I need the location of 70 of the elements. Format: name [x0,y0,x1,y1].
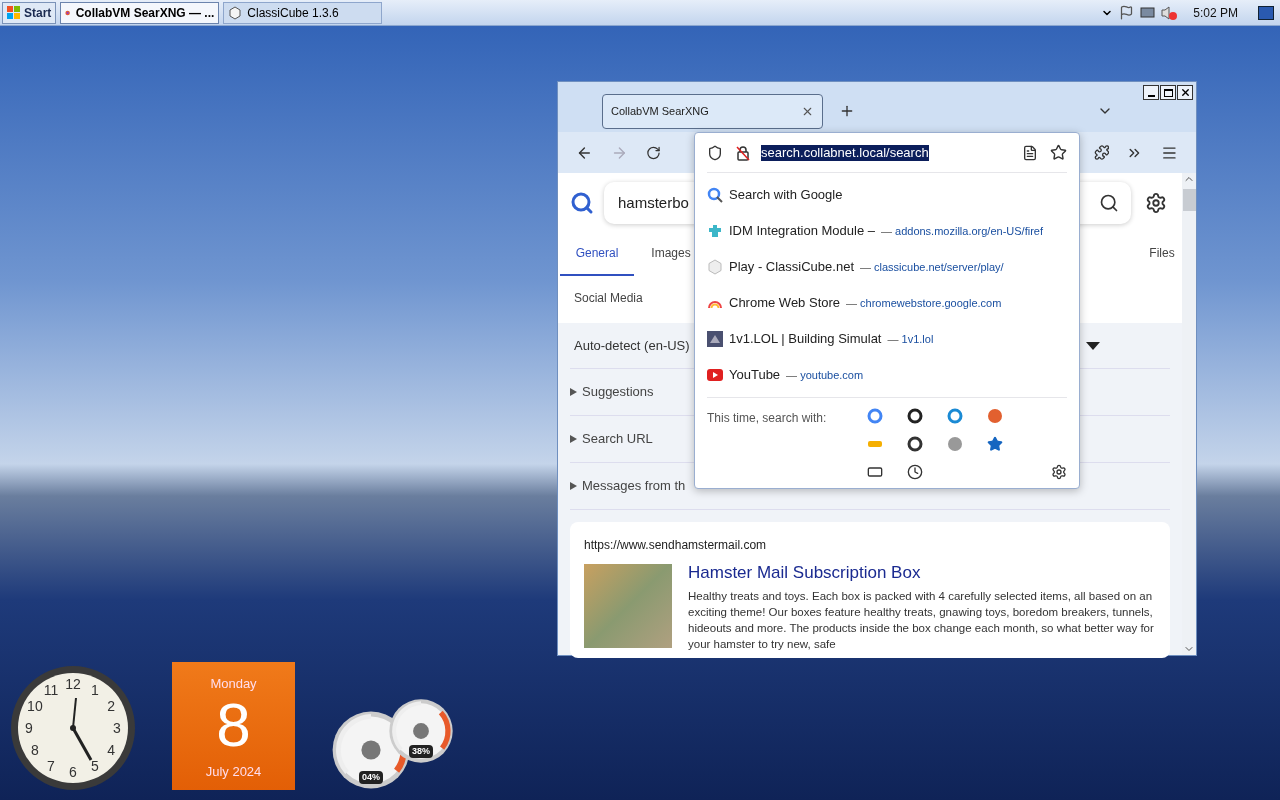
start-button[interactable]: Start [2,1,57,24]
minimize-button[interactable] [1143,85,1159,100]
new-tab-button[interactable] [839,103,855,119]
suggestion-item[interactable]: Search with Google [707,177,1067,213]
play-icon [707,369,723,381]
bookmark-button[interactable] [1050,144,1067,161]
suggestion-item[interactable]: YouTube — youtube.com [707,357,1067,393]
history-search-button[interactable] [907,464,923,480]
clock-number: 2 [107,698,115,714]
dropdown-arrow-icon[interactable] [1086,341,1100,350]
network-icon[interactable] [1140,5,1156,20]
result-title-link[interactable]: Hamster Mail Subscription Box [688,563,921,582]
reload-button[interactable] [645,144,661,161]
clock-number: 5 [91,758,99,775]
gauge-drawing [388,698,454,764]
shield-icon[interactable] [707,144,723,161]
clock-number: 10 [27,698,43,714]
taskbar-button[interactable]: CollabVM SearXNG — ... [60,1,220,24]
reader-view-button[interactable] [1022,144,1038,161]
clock-number: 7 [47,758,55,775]
suggestion-item[interactable]: Chrome Web Store — chromewebstore.google.com [707,285,1067,321]
suggestion-item[interactable]: 1v1.LOL | Building Simulat — 1v1.lol [707,321,1067,357]
settings-button[interactable] [1145,192,1167,214]
cube-icon [707,259,723,275]
search-button[interactable] [1099,193,1119,213]
suggestion-item[interactable]: Play - ClassiCube.net — classicube.net/server/play/ [707,249,1067,285]
insecure-lock-icon[interactable] [735,144,751,161]
star-icon[interactable] [987,436,1003,452]
flag-icon[interactable] [1119,5,1135,20]
game-thumbnail-icon [707,331,723,347]
cube-icon [228,5,243,20]
clock-time: 5:02 PM [1193,4,1238,22]
address-field[interactable]: search.collabnet.local/search [761,144,929,161]
search-engine-icon[interactable] [907,436,923,452]
taskbar-button[interactable]: ClassiCube 1.3.6 [223,1,383,24]
tabs-search-button[interactable] [867,464,883,480]
speaker-muted-icon[interactable] [1161,4,1178,21]
calendar-weekday: Monday [210,675,257,693]
close-button[interactable] [1177,85,1193,100]
search-with-label: This time, search with: [707,410,828,427]
extensions-button[interactable] [1093,144,1110,161]
category-tab[interactable]: Files [1142,232,1182,276]
show-desktop-button[interactable] [1258,5,1274,20]
triangle-icon [570,482,577,490]
clock-number: 3 [113,720,121,736]
search-logo-icon[interactable] [570,191,594,215]
close-icon [1179,87,1191,98]
maximize-button[interactable] [1160,85,1176,100]
clock-number: 6 [69,764,77,780]
scrollbar-thumb[interactable] [1182,189,1196,211]
browser-tab[interactable]: CollabVM SearXNG [602,93,823,129]
triangle-icon [570,388,577,396]
clock-number: 9 [25,720,33,736]
triangle-icon [570,435,577,443]
suggestion-item[interactable]: IDM Integration Module – — addons.mozilla.org/en-US/firef [707,213,1067,249]
search-engine-icon[interactable] [907,408,923,424]
clock-number: 1 [91,681,99,698]
search-engine-icon [707,187,723,203]
result-snippet: Healthy treats and toys. Each box is packed with 4 carefully selected items, all based on an exciting theme! Our boxes feature healthy treats, gnawing toys, boredom breakers, tunnels, hideouts and more. The products inside the box change each month, so what better way for your hamster to try new, safe [688,588,1155,652]
clock-number: 12 [65,676,81,692]
clock-number: 11 [43,681,59,698]
windows-logo-icon [7,5,21,20]
search-settings-button[interactable] [1051,464,1067,480]
category-tab[interactable]: General [560,232,634,276]
clock-number: 4 [107,742,115,758]
result-url[interactable]: https://www.sendhamstermail.com [584,536,1156,554]
calendar-day: 8 [216,693,251,756]
calendar-month-year: July 2024 [205,762,262,781]
category-tab[interactable]: Social Media [574,289,643,311]
clock-number: 8 [31,742,39,758]
